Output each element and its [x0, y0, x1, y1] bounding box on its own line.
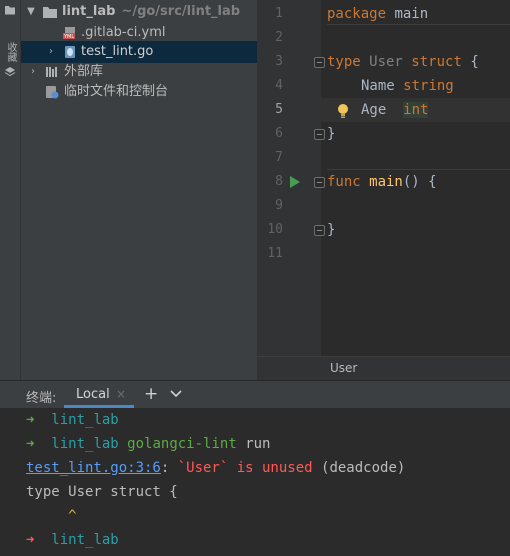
terminal-line: test_lint.go:3:6: `User` is unused (dead… [26, 460, 406, 476]
terminal-output[interactable]: ➜ lint_lab ➜ lint_lab golangci-lint run … [0, 408, 510, 556]
terminal-line: ^ [68, 508, 77, 524]
code-line: type User struct { [327, 54, 479, 70]
tab-label: Local [76, 387, 110, 402]
terminal-line: ➜ lint_lab golangci-lint run [26, 436, 271, 452]
line-number: 2 [275, 30, 283, 45]
folder-icon[interactable] [4, 4, 16, 18]
project-tree: ▼ lint_lab ~/go/src/lint_lab YML .gitlab-… [21, 0, 257, 380]
terminal-line: ➜ lint_lab [26, 532, 119, 548]
chevron-down-icon[interactable]: ▼ [25, 1, 37, 23]
code-line: } [327, 222, 336, 238]
structure-icon[interactable] [4, 66, 16, 80]
yml-file-icon: YML [63, 26, 77, 40]
tree-item-label: 外部库 [64, 64, 104, 79]
code-editor[interactable]: 1 2 3 4 5 6 7 8 9 10 11 package main typ… [257, 0, 510, 356]
close-icon[interactable]: × [116, 387, 126, 401]
line-number: 6 [275, 126, 283, 141]
terminal-title: 终端: [26, 391, 57, 406]
breadcrumb-bar: User [257, 356, 510, 381]
chevron-down-icon[interactable] [170, 388, 182, 400]
line-number: 3 [275, 54, 283, 69]
terminal-line: type User struct { [26, 484, 178, 500]
breadcrumb[interactable]: User [330, 361, 357, 375]
code-line: func main() { [327, 174, 437, 190]
tree-item-external-libraries[interactable]: › 外部库 [21, 61, 257, 83]
fold-marker[interactable] [314, 177, 325, 188]
go-file-icon [63, 45, 77, 59]
fold-marker[interactable] [314, 57, 325, 68]
line-number: 8 [275, 174, 283, 189]
tree-item-label: 临时文件和控制台 [64, 84, 169, 99]
run-gutter-icon[interactable] [289, 175, 301, 189]
add-tab-button[interactable]: + [144, 384, 158, 404]
tab-local[interactable]: Local × [64, 381, 134, 409]
favorites-tab[interactable]: 收藏 [4, 40, 16, 64]
code-line: Name string [361, 78, 454, 94]
library-icon [45, 65, 59, 79]
line-number: 7 [275, 150, 283, 165]
issue-location-link[interactable]: test_lint.go:3:6 [26, 460, 161, 476]
code-line: } [327, 126, 336, 142]
folder-icon [42, 5, 57, 19]
lightbulb-icon[interactable] [336, 103, 350, 119]
line-number: 5 [275, 102, 283, 117]
project-root-name: lint_lab [62, 4, 116, 19]
tree-item-label: test_lint.go [81, 44, 154, 59]
chevron-right-icon[interactable]: › [27, 61, 39, 83]
fold-marker[interactable] [314, 225, 325, 236]
line-number: 9 [275, 198, 283, 213]
fold-marker[interactable] [314, 129, 325, 140]
line-number: 4 [275, 78, 283, 93]
tree-item-scratches[interactable]: 临时文件和控制台 [21, 81, 257, 103]
line-number: 11 [267, 246, 283, 261]
tree-root-item[interactable]: ▼ lint_lab ~/go/src/lint_lab [21, 1, 257, 23]
terminal-header: 终端: Local × + [0, 380, 510, 410]
svg-text:YML: YML [63, 34, 74, 40]
code-line: Age int [361, 102, 429, 118]
chevron-right-icon[interactable]: › [45, 41, 57, 63]
code-line: package main [327, 6, 429, 22]
terminal-line: ➜ lint_lab [26, 412, 119, 428]
scratch-icon [45, 85, 59, 99]
tool-window-stripe: 收藏 [0, 0, 21, 380]
line-number: 10 [267, 222, 283, 237]
project-root-path: ~/go/src/lint_lab [121, 4, 241, 19]
line-number: 1 [275, 6, 283, 21]
tree-item-test-lint-go[interactable]: › test_lint.go [21, 41, 257, 63]
